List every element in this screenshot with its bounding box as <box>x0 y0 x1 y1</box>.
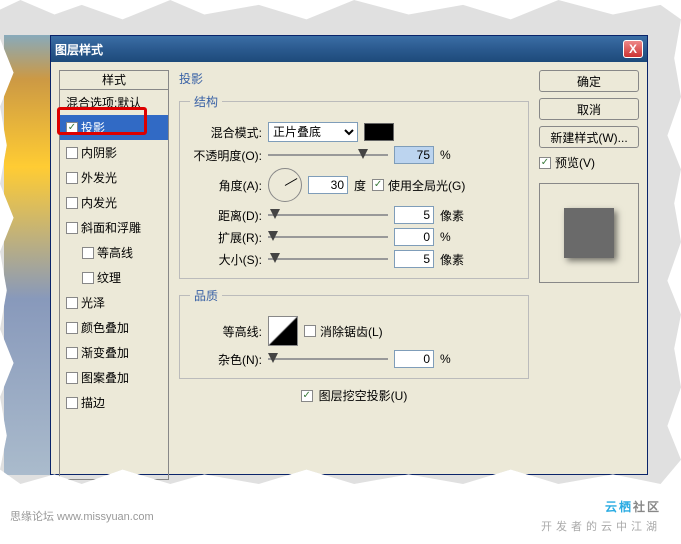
antialias-checkbox[interactable] <box>304 325 316 337</box>
opacity-input[interactable] <box>394 146 434 164</box>
style-checkbox[interactable] <box>66 347 78 359</box>
style-item[interactable]: 颜色叠加 <box>60 315 168 340</box>
blend-label: 混合模式: <box>190 124 262 141</box>
size-unit: 像素 <box>440 251 464 268</box>
style-item[interactable]: 内阴影 <box>60 140 168 165</box>
spread-label: 扩展(R): <box>190 229 262 246</box>
style-item[interactable]: 混合选项:默认 <box>60 90 168 115</box>
style-label: 颜色叠加 <box>81 319 129 336</box>
knockout-label: 图层挖空投影(U) <box>319 387 408 404</box>
structure-group: 结构 混合模式: 正片叠底 不透明度(O): % 角度(A): <box>179 93 529 279</box>
noise-slider[interactable] <box>268 351 388 367</box>
background-photo <box>4 35 54 475</box>
size-label: 大小(S): <box>190 251 262 268</box>
global-light-checkbox[interactable] <box>372 179 384 191</box>
style-label: 斜面和浮雕 <box>81 219 141 236</box>
spread-slider[interactable] <box>268 229 388 245</box>
spread-unit: % <box>440 230 451 244</box>
footer-credit: 思缘论坛 www.missyuan.com <box>10 508 154 524</box>
panel-title: 投影 <box>179 70 529 87</box>
style-label: 等高线 <box>97 244 133 261</box>
style-item[interactable]: 图案叠加 <box>60 365 168 390</box>
styles-list: 混合选项:默认投影内阴影外发光内发光斜面和浮雕等高线纹理光泽颜色叠加渐变叠加图案… <box>59 90 169 480</box>
preview-label: 预览(V) <box>555 154 595 171</box>
style-label: 内发光 <box>81 194 117 211</box>
style-item[interactable]: 斜面和浮雕 <box>60 215 168 240</box>
opacity-unit: % <box>440 148 451 162</box>
style-item[interactable]: 纹理 <box>60 265 168 290</box>
noise-label: 杂色(N): <box>190 351 262 368</box>
style-checkbox[interactable] <box>66 147 78 159</box>
style-label: 描边 <box>81 394 105 411</box>
opacity-label: 不透明度(O): <box>190 147 262 164</box>
titlebar: 图层样式 X <box>51 36 647 62</box>
contour-label: 等高线: <box>190 323 262 340</box>
layer-style-dialog: 图层样式 X 样式 混合选项:默认投影内阴影外发光内发光斜面和浮雕等高线纹理光泽… <box>50 35 648 475</box>
style-checkbox[interactable] <box>66 297 78 309</box>
style-item[interactable]: 光泽 <box>60 290 168 315</box>
watermark-logo: 云栖社区 开发者的云中江湖 <box>541 487 661 534</box>
size-slider[interactable] <box>268 251 388 267</box>
distance-unit: 像素 <box>440 207 464 224</box>
quality-group: 品质 等高线: 消除锯齿(L) 杂色(N): % <box>179 287 529 379</box>
size-input[interactable] <box>394 250 434 268</box>
preview-swatch <box>564 208 614 258</box>
noise-unit: % <box>440 352 451 366</box>
style-checkbox[interactable] <box>66 372 78 384</box>
angle-label: 角度(A): <box>190 177 262 194</box>
styles-panel: 样式 混合选项:默认投影内阴影外发光内发光斜面和浮雕等高线纹理光泽颜色叠加渐变叠… <box>59 70 169 466</box>
style-checkbox[interactable] <box>66 122 78 134</box>
settings-panel: 投影 结构 混合模式: 正片叠底 不透明度(O): % <box>169 70 539 466</box>
quality-legend: 品质 <box>190 287 222 304</box>
style-checkbox[interactable] <box>66 172 78 184</box>
knockout-checkbox[interactable] <box>301 390 313 402</box>
preview-box <box>539 183 639 283</box>
style-label: 内阴影 <box>81 144 117 161</box>
style-item[interactable]: 内发光 <box>60 190 168 215</box>
noise-input[interactable] <box>394 350 434 368</box>
contour-picker[interactable] <box>268 316 298 346</box>
button-panel: 确定 取消 新建样式(W)... 预览(V) <box>539 70 639 466</box>
dialog-title: 图层样式 <box>55 41 623 58</box>
new-style-button[interactable]: 新建样式(W)... <box>539 126 639 148</box>
global-light-label: 使用全局光(G) <box>388 177 465 194</box>
style-item[interactable]: 渐变叠加 <box>60 340 168 365</box>
opacity-slider[interactable] <box>268 147 388 163</box>
style-checkbox[interactable] <box>66 222 78 234</box>
style-item[interactable]: 外发光 <box>60 165 168 190</box>
style-checkbox[interactable] <box>66 322 78 334</box>
styles-header[interactable]: 样式 <box>59 70 169 90</box>
structure-legend: 结构 <box>190 93 222 110</box>
antialias-label: 消除锯齿(L) <box>320 323 383 340</box>
style-label: 外发光 <box>81 169 117 186</box>
blend-mode-select[interactable]: 正片叠底 <box>268 122 358 142</box>
shadow-color-swatch[interactable] <box>364 123 394 141</box>
style-label: 光泽 <box>81 294 105 311</box>
style-checkbox[interactable] <box>66 197 78 209</box>
style-checkbox[interactable] <box>66 397 78 409</box>
style-item[interactable]: 等高线 <box>60 240 168 265</box>
ragged-frame: 图层样式 X 样式 混合选项:默认投影内阴影外发光内发光斜面和浮雕等高线纹理光泽… <box>0 0 681 484</box>
style-checkbox[interactable] <box>82 247 94 259</box>
distance-input[interactable] <box>394 206 434 224</box>
spread-input[interactable] <box>394 228 434 246</box>
style-checkbox[interactable] <box>82 272 94 284</box>
angle-unit: 度 <box>354 177 366 194</box>
style-item[interactable]: 描边 <box>60 390 168 415</box>
preview-checkbox[interactable] <box>539 157 551 169</box>
close-button[interactable]: X <box>623 40 643 58</box>
distance-label: 距离(D): <box>190 207 262 224</box>
angle-input[interactable] <box>308 176 348 194</box>
style-label: 投影 <box>81 119 105 136</box>
style-item[interactable]: 投影 <box>60 115 168 140</box>
style-label: 渐变叠加 <box>81 344 129 361</box>
cancel-button[interactable]: 取消 <box>539 98 639 120</box>
ok-button[interactable]: 确定 <box>539 70 639 92</box>
angle-dial[interactable] <box>268 168 302 202</box>
style-label: 图案叠加 <box>81 369 129 386</box>
style-label: 纹理 <box>97 269 121 286</box>
distance-slider[interactable] <box>268 207 388 223</box>
style-label: 混合选项:默认 <box>66 94 141 111</box>
